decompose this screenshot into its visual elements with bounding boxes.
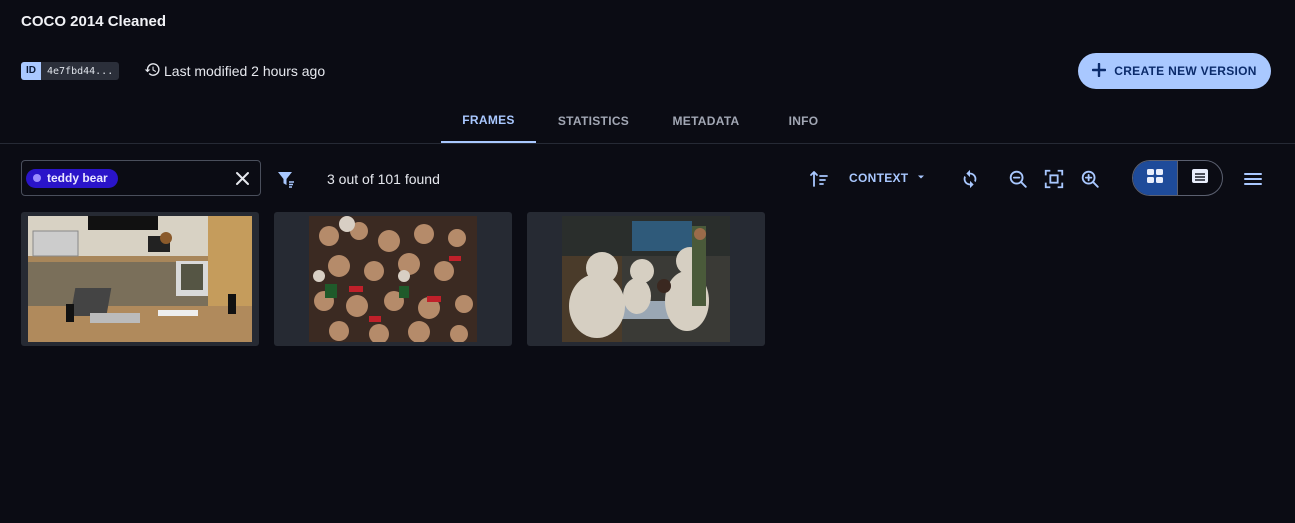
frame-card[interactable]	[274, 212, 512, 346]
list-icon	[1190, 166, 1210, 191]
zoom-out-icon[interactable]	[1007, 168, 1029, 190]
fit-to-screen-icon[interactable]	[1043, 168, 1065, 190]
id-value: 4e7fbd44...	[47, 65, 114, 77]
frame-thumbnail	[562, 216, 730, 342]
frame-thumbnail	[28, 216, 252, 342]
caret-down-icon	[916, 171, 926, 185]
tab-frames[interactable]: FRAMES	[441, 104, 536, 143]
grid-view-button[interactable]	[1133, 161, 1177, 195]
filter-tag-chip[interactable]: teddy bear	[26, 168, 118, 188]
sort-icon[interactable]	[809, 169, 829, 189]
results-count: 3 out of 101 found	[327, 171, 440, 187]
zoom-in-icon[interactable]	[1079, 168, 1101, 190]
frame-thumbnail	[309, 216, 477, 342]
create-new-version-button[interactable]: CREATE NEW VERSION	[1078, 53, 1271, 89]
dataset-title: COCO 2014 Cleaned	[21, 13, 167, 30]
context-dropdown[interactable]: CONTEXT	[849, 171, 926, 185]
frame-card[interactable]	[527, 212, 765, 346]
last-modified[interactable]: Last modified 2 hours ago	[144, 62, 325, 80]
dataset-id-chip[interactable]: ID 4e7fbd44...	[21, 62, 120, 80]
id-label: ID	[21, 62, 41, 80]
tab-info[interactable]: INFO	[761, 104, 846, 143]
grid-icon	[1145, 166, 1165, 191]
filter-input[interactable]: teddy bear	[21, 160, 261, 196]
close-icon[interactable]	[234, 170, 251, 187]
view-mode-toggle	[1132, 160, 1223, 196]
create-new-version-label: CREATE NEW VERSION	[1114, 64, 1257, 78]
history-icon	[144, 61, 161, 81]
refresh-icon[interactable]	[959, 168, 981, 190]
plus-icon	[1092, 62, 1107, 80]
tag-color-dot	[33, 174, 41, 182]
frame-card[interactable]	[21, 212, 259, 346]
filter-tag-label: teddy bear	[47, 171, 108, 185]
tab-metadata[interactable]: METADATA	[651, 104, 761, 143]
last-modified-text: Last modified 2 hours ago	[164, 63, 326, 79]
menu-icon[interactable]	[1243, 169, 1263, 189]
context-label: CONTEXT	[849, 171, 909, 185]
list-view-button[interactable]	[1177, 161, 1222, 195]
filter-icon[interactable]	[277, 170, 295, 188]
tab-bar: FRAMES STATISTICS METADATA INFO	[441, 104, 846, 143]
tab-statistics[interactable]: STATISTICS	[536, 104, 651, 143]
tab-divider	[0, 143, 1295, 144]
